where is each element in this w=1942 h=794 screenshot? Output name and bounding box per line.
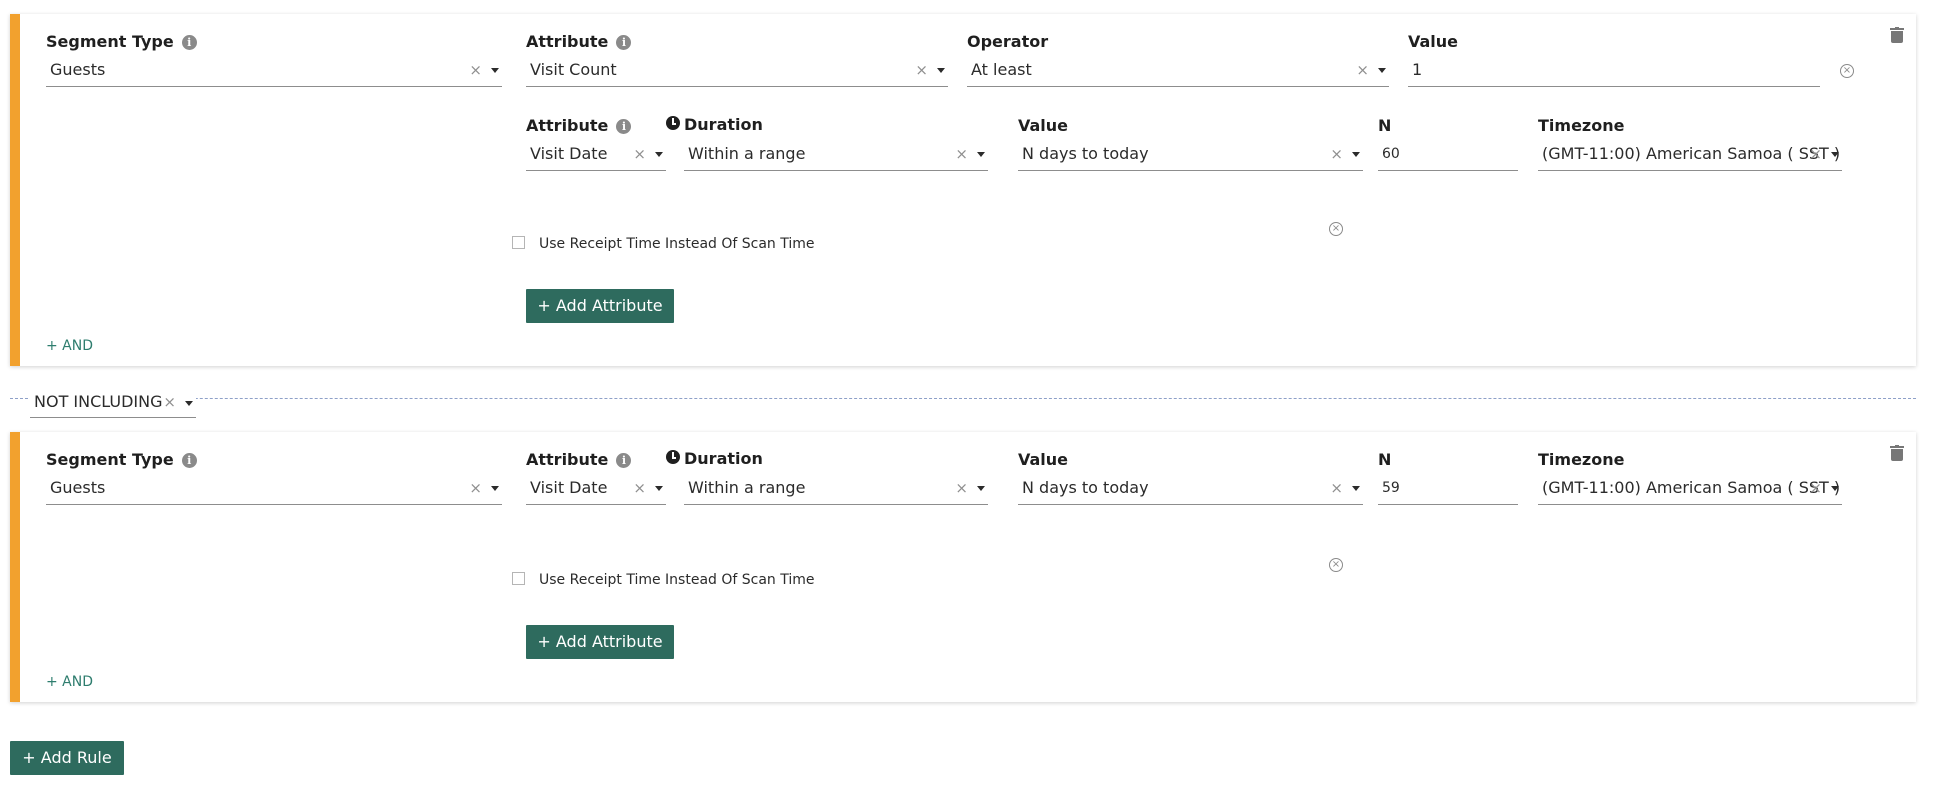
info-icon: i [616, 119, 632, 134]
chevron-down-icon[interactable] [1352, 486, 1360, 491]
attribute-select[interactable]: Visit Date × [526, 139, 666, 171]
attribute-label: Attribute i [526, 450, 632, 469]
clear-icon[interactable]: × [633, 139, 646, 169]
clear-icon[interactable]: × [469, 55, 482, 85]
clear-icon[interactable]: × [955, 139, 968, 169]
n-label: N [1378, 116, 1392, 135]
remove-attribute-icon[interactable]: × [1329, 222, 1343, 236]
clear-icon[interactable]: × [1330, 473, 1343, 503]
rule-divider [10, 398, 1916, 399]
value-label: Value [1018, 116, 1069, 135]
attribute-select[interactable]: Visit Date × [526, 473, 666, 505]
chevron-down-icon[interactable] [1378, 68, 1386, 73]
delete-rule-icon[interactable] [1890, 445, 1904, 461]
add-and-link[interactable]: + AND [46, 674, 93, 690]
chevron-down-icon[interactable] [185, 401, 193, 406]
info-icon: i [616, 453, 632, 468]
timezone-label: Timezone [1538, 450, 1625, 469]
clock-icon [666, 116, 680, 130]
n-input[interactable]: 60 [1378, 139, 1518, 171]
segment-type-select[interactable]: Guests × [46, 55, 502, 87]
operator-select[interactable]: At least × [967, 55, 1389, 87]
chevron-down-icon[interactable] [491, 68, 499, 73]
add-attribute-button[interactable]: + Add Attribute [526, 625, 674, 659]
clear-icon[interactable]: × [1809, 139, 1822, 169]
clear-icon[interactable]: × [915, 55, 928, 85]
chevron-down-icon[interactable] [655, 486, 663, 491]
chevron-down-icon[interactable] [977, 152, 985, 157]
clear-icon[interactable]: × [955, 473, 968, 503]
value-input[interactable]: 1 [1408, 55, 1820, 87]
clear-icon[interactable]: × [633, 473, 646, 503]
operator-label: Operator [967, 32, 1049, 51]
chevron-down-icon[interactable] [1831, 486, 1839, 491]
chevron-down-icon[interactable] [655, 152, 663, 157]
value-label: Value [1018, 450, 1069, 469]
n-input[interactable]: 59 [1378, 473, 1518, 505]
add-and-link[interactable]: + AND [46, 338, 93, 354]
duration-label: Duration [666, 449, 763, 468]
join-operator-select[interactable]: NOT INCLUDING × [30, 388, 196, 418]
info-icon: i [616, 35, 632, 50]
clock-icon [666, 450, 680, 464]
receipt-time-label: Use Receipt Time Instead Of Scan Time [539, 572, 815, 588]
add-attribute-button[interactable]: + Add Attribute [526, 289, 674, 323]
clear-icon[interactable]: × [1356, 55, 1369, 85]
chevron-down-icon[interactable] [491, 486, 499, 491]
receipt-time-checkbox[interactable] [512, 572, 525, 585]
clear-icon[interactable]: × [163, 388, 176, 416]
segment-type-label: Segment Type i [46, 450, 197, 469]
info-icon: i [181, 35, 197, 50]
clear-icon[interactable]: × [469, 473, 482, 503]
info-icon: i [181, 453, 197, 468]
timezone-select[interactable]: (GMT-11:00) American Samoa ( SST ) × [1538, 139, 1842, 171]
attribute-label: Attribute i [526, 32, 632, 51]
clear-icon[interactable]: × [1809, 473, 1822, 503]
receipt-time-checkbox[interactable] [512, 236, 525, 249]
duration-label: Duration [666, 115, 763, 134]
add-rule-button[interactable]: + Add Rule [10, 741, 124, 775]
chevron-down-icon[interactable] [937, 68, 945, 73]
clear-icon[interactable]: × [1330, 139, 1343, 169]
segment-type-select[interactable]: Guests × [46, 473, 502, 505]
value-select[interactable]: N days to today × [1018, 473, 1363, 505]
timezone-label: Timezone [1538, 116, 1625, 135]
segment-type-label: Segment Type i [46, 32, 197, 51]
rule-card-1: Segment Type i Guests × Attribute i Visit … [10, 14, 1916, 366]
remove-attribute-icon[interactable]: × [1840, 64, 1854, 78]
timezone-select[interactable]: (GMT-11:00) American Samoa ( SST ) × [1538, 473, 1842, 505]
attribute-label: Attribute i [526, 116, 632, 135]
duration-select[interactable]: Within a range × [684, 473, 988, 505]
remove-attribute-icon[interactable]: × [1329, 558, 1343, 572]
delete-rule-icon[interactable] [1890, 27, 1904, 43]
receipt-time-label: Use Receipt Time Instead Of Scan Time [539, 236, 815, 252]
n-label: N [1378, 450, 1392, 469]
duration-select[interactable]: Within a range × [684, 139, 988, 171]
rule-card-2: Segment Type i Guests × Attribute i Visit … [10, 432, 1916, 702]
value-label: Value [1408, 32, 1459, 51]
chevron-down-icon[interactable] [1831, 152, 1839, 157]
chevron-down-icon[interactable] [1352, 152, 1360, 157]
value-select[interactable]: N days to today × [1018, 139, 1363, 171]
attribute-select[interactable]: Visit Count × [526, 55, 948, 87]
chevron-down-icon[interactable] [977, 486, 985, 491]
